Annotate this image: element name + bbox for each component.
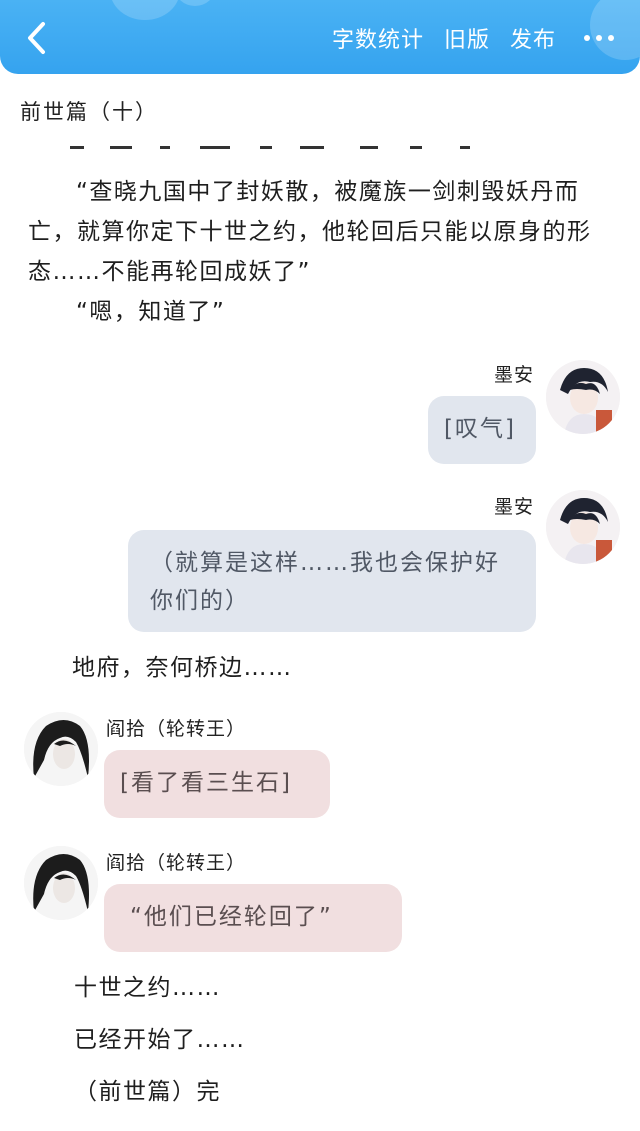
- chat-bubble: [看了看三生石]: [104, 750, 330, 818]
- narration-text: 十世之约……: [74, 975, 221, 1001]
- narration-text: “查晓九国中了封妖散，被魔族一剑刺毁妖丹而亡，就算你定下十世之约，他轮回后只能以…: [28, 179, 592, 285]
- old-version-button[interactable]: 旧版: [444, 22, 490, 54]
- avatar[interactable]: [24, 846, 98, 920]
- chapter-title: 前世篇（十）: [20, 100, 158, 124]
- avatar-yanshi-icon: [24, 712, 98, 786]
- avatar[interactable]: [24, 712, 98, 786]
- header-actions: 字数统计 旧版 发布: [332, 20, 614, 56]
- avatar-moan-icon: [546, 490, 620, 564]
- decor-bubble: [175, 0, 215, 6]
- scrolled-text-fragment: [70, 136, 470, 158]
- avatar[interactable]: [546, 490, 620, 564]
- speaker-name: 墨安: [493, 364, 534, 386]
- narration-text: “嗯，知道了”: [76, 299, 226, 325]
- top-bar: 字数统计 旧版 发布: [0, 0, 640, 74]
- publish-button[interactable]: 发布: [510, 22, 556, 54]
- chat-bubble: （就算是这样……我也会保护好你们的）: [128, 530, 536, 632]
- narration-text: （前世篇）完: [74, 1079, 221, 1105]
- word-count-button[interactable]: 字数统计: [332, 22, 424, 54]
- decor-bubble: [110, 0, 180, 20]
- speaker-name: 阎拾（轮转王）: [106, 852, 247, 874]
- avatar-moan-icon: [546, 360, 620, 434]
- speaker-name: 墨安: [493, 496, 534, 518]
- avatar-yanshi-icon: [24, 846, 98, 920]
- speaker-name: 阎拾（轮转王）: [106, 718, 247, 740]
- avatar[interactable]: [546, 360, 620, 434]
- chat-bubble: [叹气]: [428, 396, 536, 464]
- chevron-left-icon: [28, 22, 45, 54]
- back-button[interactable]: [18, 18, 54, 58]
- narration-text: 已经开始了……: [74, 1027, 246, 1053]
- more-dots-icon[interactable]: [584, 35, 614, 41]
- chat-bubble: “他们已经轮回了”: [104, 884, 402, 952]
- narration-text: 地府，奈何桥边……: [72, 655, 293, 681]
